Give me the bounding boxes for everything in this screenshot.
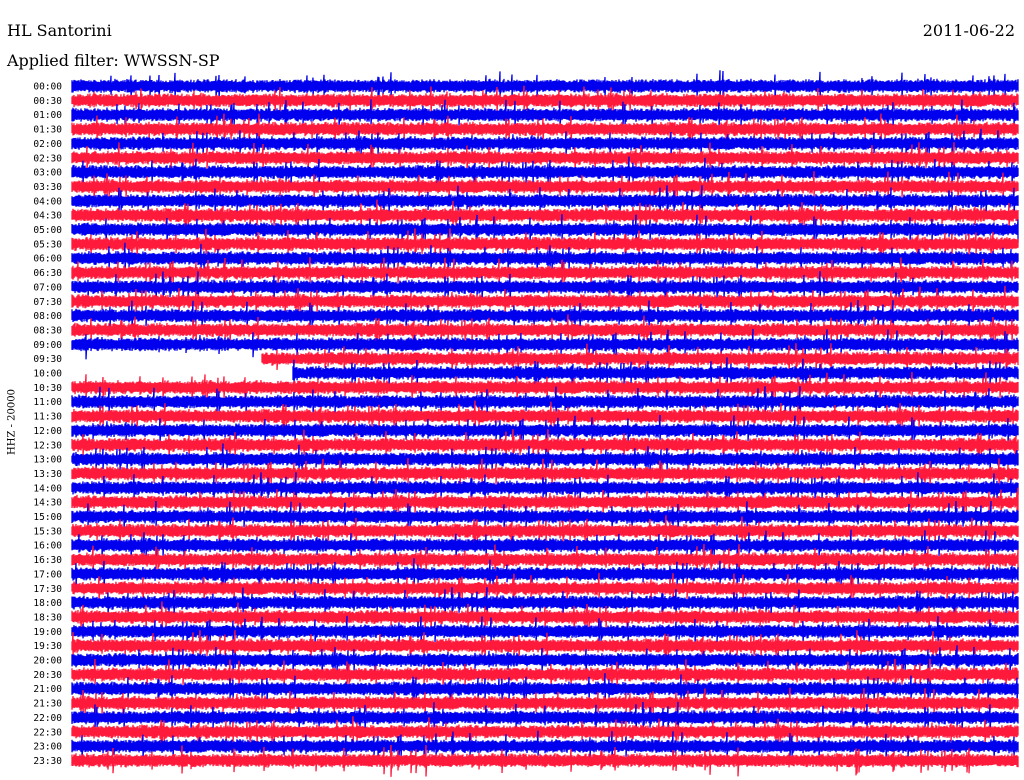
time-tick-label: 05:00: [33, 225, 62, 236]
time-tick-label: 00:30: [33, 96, 62, 107]
time-tick-label: 06:30: [33, 268, 62, 279]
time-tick-label: 19:00: [33, 627, 62, 638]
time-tick-label: 09:00: [33, 340, 62, 351]
time-tick-label: 14:00: [33, 483, 62, 494]
time-tick-label: 03:30: [33, 182, 62, 193]
time-tick-label: 09:30: [33, 354, 62, 365]
time-tick-label: 17:30: [33, 584, 62, 595]
time-tick-label: 13:30: [33, 469, 62, 480]
time-tick-label: 04:00: [33, 196, 62, 207]
time-tick-label: 04:30: [33, 211, 62, 222]
time-tick-label: 18:00: [33, 598, 62, 609]
time-tick-label: 14:30: [33, 498, 62, 509]
time-tick-label: 13:00: [33, 455, 62, 466]
time-tick-label: 08:30: [33, 325, 62, 336]
time-tick-label: 10:30: [33, 383, 62, 394]
time-tick-label: 07:00: [33, 282, 62, 293]
time-tick-label: 22:00: [33, 713, 62, 724]
time-tick-label: 17:00: [33, 569, 62, 580]
seismogram-plot: 00:00 00:30 01:00 01:30 02:00 02:30 03:00 03:30…: [33, 70, 1019, 777]
time-tick-label: 06:00: [33, 254, 62, 265]
time-tick-label: 07:30: [33, 297, 62, 308]
time-tick-label: 21:30: [33, 699, 62, 710]
time-tick-label: 20:00: [33, 656, 62, 667]
time-tick-label: 00:00: [33, 82, 62, 93]
time-tick-label: 15:30: [33, 526, 62, 537]
time-tick-label: 01:00: [33, 110, 62, 121]
time-tick-label: 03:00: [33, 168, 62, 179]
time-tick-label: 16:00: [33, 541, 62, 552]
time-tick-label: 11:30: [33, 412, 62, 423]
time-tick-label: 08:00: [33, 311, 62, 322]
time-tick-label: 22:30: [33, 727, 62, 738]
time-tick-label: 23:30: [33, 756, 62, 767]
time-tick-label: 12:00: [33, 426, 62, 437]
time-tick-label: 23:00: [33, 742, 62, 753]
time-tick-label: 02:30: [33, 153, 62, 164]
time-tick-label: 02:00: [33, 139, 62, 150]
time-tick-label: 19:30: [33, 641, 62, 652]
time-tick-label: 01:30: [33, 125, 62, 136]
time-tick-label: 10:00: [33, 369, 62, 380]
time-tick-label: 12:30: [33, 440, 62, 451]
time-tick-label: 11:00: [33, 397, 62, 408]
time-tick-label: 05:30: [33, 239, 62, 250]
time-tick-label: 16:30: [33, 555, 62, 566]
time-tick-label: 20:30: [33, 670, 62, 681]
time-tick-label: 18:30: [33, 612, 62, 623]
time-tick-label: 21:00: [33, 684, 62, 695]
time-tick-label: 15:00: [33, 512, 62, 523]
